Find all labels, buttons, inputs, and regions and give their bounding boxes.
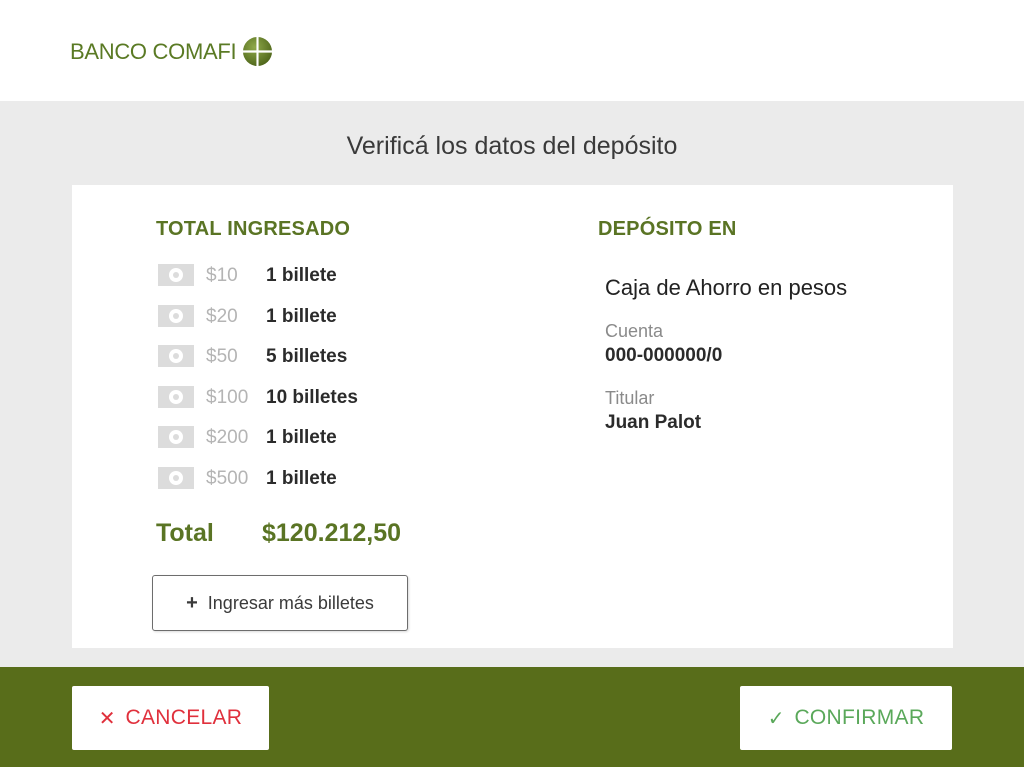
bill-row: $500 1 billete bbox=[158, 466, 358, 508]
bill-denomination: $200 bbox=[206, 427, 249, 449]
bill-denomination: $100 bbox=[206, 386, 249, 408]
total-ingresado-title: TOTAL INGRESADO bbox=[156, 218, 351, 240]
bill-denomination: $10 bbox=[206, 265, 238, 286]
globe-icon bbox=[243, 36, 273, 67]
banknote-icon bbox=[158, 426, 194, 449]
total-label: Total bbox=[156, 519, 214, 547]
cuenta-label: Cuenta bbox=[605, 321, 664, 341]
header: BANCO COMAFI bbox=[0, 0, 1024, 101]
bank-name: BANCO COMAFI bbox=[70, 38, 237, 64]
bill-denomination: $50 bbox=[206, 346, 238, 368]
bill-row: $10 1 billete bbox=[158, 264, 358, 305]
total-row: Total $120.212,50 bbox=[156, 519, 401, 548]
close-icon: ✕ bbox=[98, 707, 116, 730]
add-more-bills-button[interactable]: + Ingresar más billetes bbox=[152, 575, 408, 631]
banknote-icon bbox=[158, 385, 194, 408]
bill-row: $50 5 billetes bbox=[158, 345, 358, 386]
titular-label: Titular bbox=[605, 388, 655, 408]
bank-logo: BANCO COMAFI bbox=[70, 36, 273, 67]
banknote-icon bbox=[158, 304, 194, 327]
confirm-label: CONFIRMAR bbox=[794, 706, 925, 729]
bill-count: 1 billete bbox=[266, 427, 337, 449]
banknote-icon bbox=[158, 466, 194, 489]
cancel-button[interactable]: ✕ CANCELAR bbox=[72, 686, 269, 750]
banknote-icon bbox=[158, 264, 194, 286]
banknote-icon bbox=[158, 345, 194, 368]
account-type: Caja de Ahorro en pesos bbox=[605, 275, 848, 300]
cancel-label: CANCELAR bbox=[125, 706, 243, 729]
bill-row: $20 1 billete bbox=[158, 304, 358, 346]
confirm-button[interactable]: ✓ CONFIRMAR bbox=[740, 686, 952, 750]
titular-value: Juan Palot bbox=[605, 412, 702, 433]
bill-denomination: $20 bbox=[206, 305, 238, 327]
bill-count: 10 billetes bbox=[266, 386, 358, 408]
page-title: Verificá los datos del depósito bbox=[346, 132, 678, 160]
deposit-summary-card: TOTAL INGRESADO $10 1 billete $20 1 bill… bbox=[72, 185, 953, 648]
plus-icon: + bbox=[186, 591, 198, 614]
cuenta-value: 000-000000/0 bbox=[605, 345, 723, 366]
check-icon: ✓ bbox=[767, 707, 785, 730]
deposito-en-title: DEPÓSITO EN bbox=[598, 218, 737, 240]
add-more-bills-label: Ingresar más billetes bbox=[207, 592, 374, 613]
footer-action-bar: ✕ CANCELAR ✓ CONFIRMAR bbox=[0, 667, 1024, 767]
bill-row: $100 10 billetes bbox=[158, 385, 358, 427]
bill-count: 1 billete bbox=[266, 265, 337, 286]
bills-list: $10 1 billete $20 1 billete $50 5 billet… bbox=[158, 264, 358, 508]
total-amount: $120.212,50 bbox=[262, 519, 402, 547]
bill-count: 1 billete bbox=[266, 305, 337, 327]
bill-row: $200 1 billete bbox=[158, 426, 358, 467]
bill-count: 5 billetes bbox=[266, 346, 348, 368]
bill-count: 1 billete bbox=[266, 467, 337, 489]
bill-denomination: $500 bbox=[206, 467, 249, 489]
